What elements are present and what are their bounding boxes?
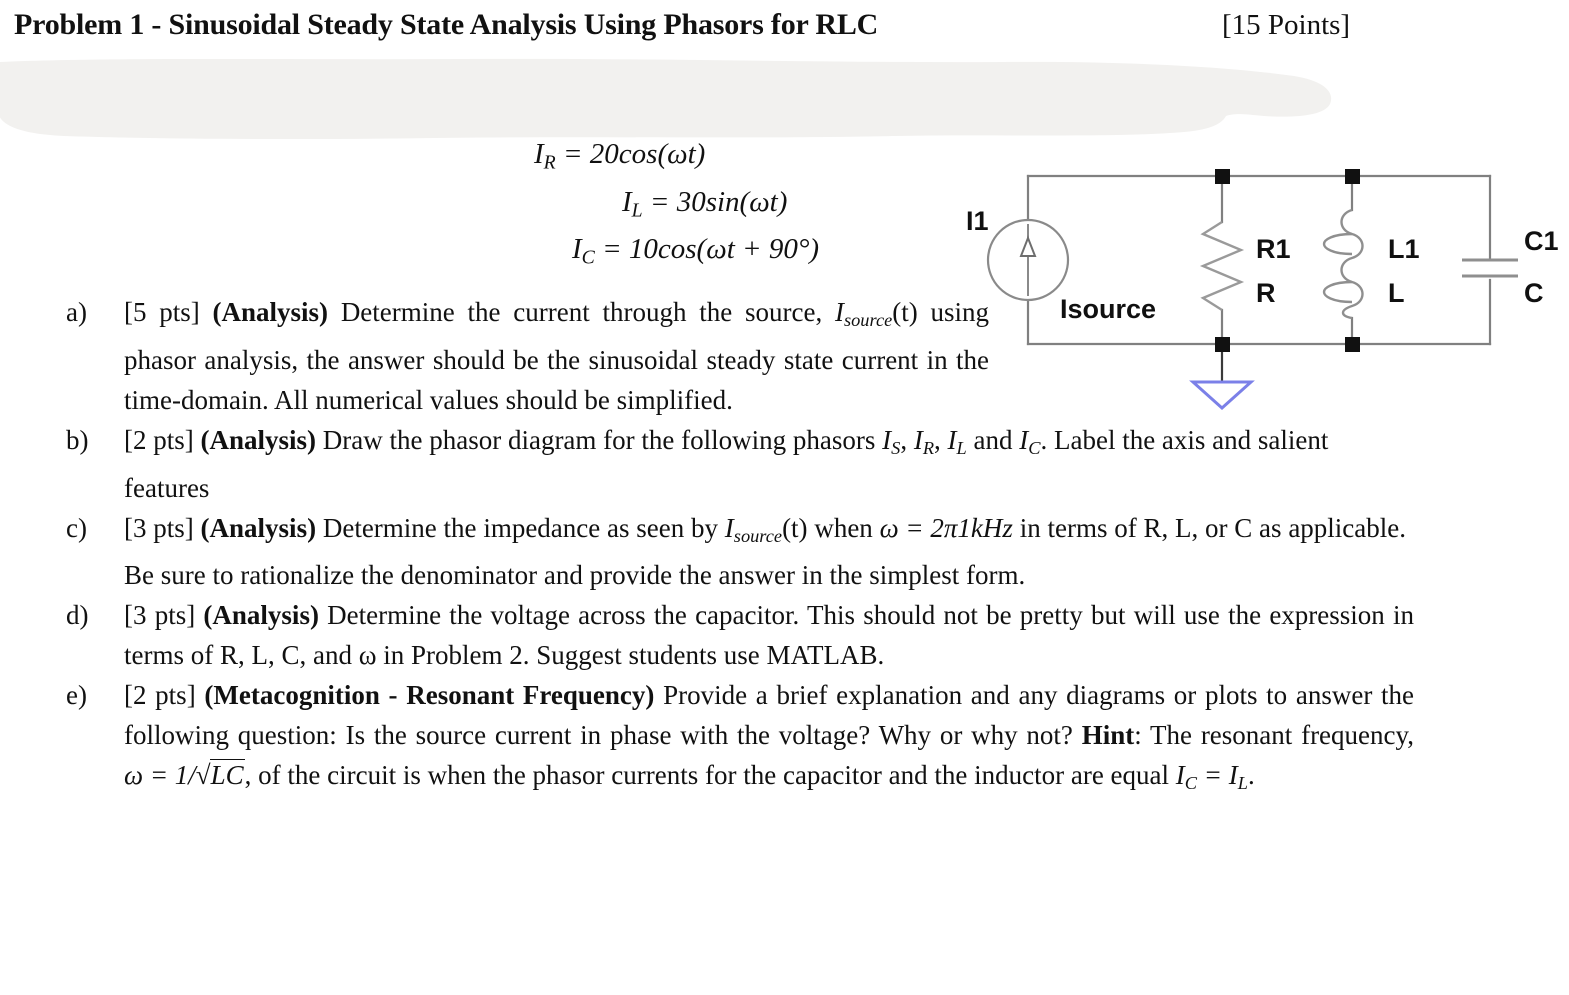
list-item-a: a) [5 pts] (Analysis) Determine the curr… bbox=[58, 292, 1406, 420]
item-c-formula: ω = 2π1kHz bbox=[879, 512, 1013, 543]
list-item-d-text: [3 pts] (Analysis) Determine the voltage… bbox=[124, 595, 1414, 675]
item-b-symbol-il-subscript: L bbox=[956, 437, 967, 458]
equation-il: IL = 30sin(ωt) bbox=[530, 183, 950, 231]
item-b-symbol-ic-base: I bbox=[1019, 424, 1029, 455]
equation-il-rhs: = 30sin(ωt) bbox=[649, 185, 788, 218]
equation-ic-symbol: I bbox=[572, 233, 582, 266]
points-label: [15 Points] bbox=[1222, 9, 1351, 41]
item-e-tag: (Metacognition - Resonant Frequency) bbox=[204, 680, 655, 711]
item-e-hint-label: Hint bbox=[1081, 720, 1135, 751]
list-item-c-text: [3 pts] (Analysis) Determine the impedan… bbox=[124, 508, 1406, 596]
item-a-points: [5 pts] bbox=[124, 297, 200, 327]
item-e-symbol-il: IL bbox=[1228, 760, 1248, 794]
circuit-label-r1: R1 bbox=[1256, 234, 1291, 264]
node-top-inductor bbox=[1345, 169, 1360, 184]
item-b-symbol-ir-subscript: R bbox=[922, 437, 935, 458]
list-item-e: e) [2 pts] (Metacognition - Resonant Fre… bbox=[58, 675, 1414, 803]
item-c-symbol-subscript: source bbox=[733, 525, 783, 546]
circuit-label-c: C bbox=[1524, 278, 1544, 308]
item-b-sep-2: , bbox=[934, 424, 948, 455]
item-b-points: [2 pts] bbox=[124, 424, 194, 455]
item-b-symbol-is-subscript: S bbox=[891, 437, 901, 458]
item-b-symbol-ir: IR bbox=[913, 424, 935, 458]
equation-ic: IC = 10cos(ωt + 90°) bbox=[530, 230, 950, 278]
node-top-resistor bbox=[1215, 169, 1230, 184]
list-marker-d: d) bbox=[66, 600, 89, 631]
item-e-body-3: , of the circuit is when the phasor curr… bbox=[244, 760, 1176, 791]
item-c-tag: (Analysis) bbox=[200, 512, 317, 543]
item-b-symbol-ic-subscript: C bbox=[1028, 437, 1041, 458]
item-c-body-1: Determine the impedance as seen by bbox=[322, 512, 725, 543]
item-c-body-2: (t) when bbox=[782, 512, 880, 543]
list-marker-c: c) bbox=[66, 512, 87, 543]
item-e-symbol-ic-base: I bbox=[1175, 760, 1185, 791]
list-marker-e: e) bbox=[66, 680, 87, 711]
circuit-label-l1: L1 bbox=[1388, 234, 1420, 264]
equation-ir-subscript: R bbox=[543, 151, 556, 174]
item-a-symbol-subscript: source bbox=[843, 309, 893, 330]
circuit-label-i1: I1 bbox=[966, 206, 989, 236]
item-e-symbol-ic: IC bbox=[1175, 760, 1198, 794]
item-a-symbol-base: I bbox=[834, 297, 844, 327]
item-e-symbol-ic-subscript: C bbox=[1184, 773, 1198, 794]
item-b-body-1: Draw the phasor diagram for the followin… bbox=[322, 424, 883, 455]
equation-il-subscript: L bbox=[631, 199, 643, 222]
list-marker-a: a) bbox=[66, 297, 87, 327]
equation-ir-rhs: = 20cos(ωt) bbox=[562, 138, 706, 170]
title-row: Problem 1 - Sinusoidal Steady State Anal… bbox=[0, 8, 1569, 56]
item-e-symbol-il-subscript: L bbox=[1237, 773, 1248, 794]
item-e-points: [2 pts] bbox=[124, 680, 196, 711]
list-item-d: d) [3 pts] (Analysis) Determine the volt… bbox=[58, 595, 1414, 675]
list-item-b-text: [2 pts] (Analysis) Draw the phasor diagr… bbox=[124, 420, 1406, 508]
list-item-a-text: [5 pts] (Analysis) Determine the current… bbox=[124, 292, 989, 420]
item-e-formula-prefix: ω = 1/√ bbox=[124, 760, 211, 791]
item-e-formula-radicand: LC bbox=[209, 759, 245, 791]
circuit-label-c1: C1 bbox=[1524, 226, 1559, 256]
page-title: Problem 1 - Sinusoidal Steady State Anal… bbox=[14, 8, 879, 41]
item-b-symbol-il: IL bbox=[947, 424, 967, 458]
item-c-points: [3 pts] bbox=[124, 512, 194, 543]
item-d-tag: (Analysis) bbox=[203, 600, 319, 631]
equation-ic-rhs: = 10cos(ωt + 90°) bbox=[602, 233, 820, 266]
equation-il-symbol: I bbox=[622, 185, 632, 218]
capacitor-symbol bbox=[1462, 258, 1518, 278]
item-c-symbol: Isource bbox=[724, 512, 783, 546]
item-b-symbol-il-base: I bbox=[947, 424, 957, 455]
problem-parts-list: a) [5 pts] (Analysis) Determine the curr… bbox=[58, 292, 1414, 803]
list-item-c: c) [3 pts] (Analysis) Determine the impe… bbox=[58, 508, 1406, 596]
item-c-symbol-base: I bbox=[724, 512, 734, 543]
item-e-resonance-formula: ω = 1/√LC bbox=[124, 759, 245, 791]
item-b-symbol-is-base: I bbox=[882, 424, 892, 455]
item-e-symbol-il-base: I bbox=[1228, 760, 1238, 791]
item-b-symbol-is: IS bbox=[882, 424, 901, 458]
item-a-symbol: Isource bbox=[834, 297, 893, 330]
item-e-equals: = bbox=[1197, 760, 1229, 791]
item-a-body-1: Determine the current through the source… bbox=[340, 297, 835, 327]
item-e-body-2: : The resonant frequency, bbox=[1134, 720, 1415, 751]
given-equations: IR = 20cos(ωt) IL = 30sin(ωt) IC = 10cos… bbox=[530, 135, 950, 278]
item-a-tag: (Analysis) bbox=[212, 297, 329, 327]
item-b-symbol-ir-base: I bbox=[913, 424, 923, 455]
equation-ir: IR = 20cos(ωt) bbox=[530, 135, 950, 183]
equation-ir-symbol: I bbox=[534, 138, 544, 170]
equation-ic-subscript: C bbox=[581, 246, 595, 269]
list-item-b: b) [2 pts] (Analysis) Draw the phasor di… bbox=[58, 420, 1406, 508]
item-d-points: [3 pts] bbox=[124, 600, 196, 631]
item-e-body-4: . bbox=[1247, 760, 1255, 791]
redaction-smear bbox=[0, 56, 1340, 140]
list-marker-b: b) bbox=[66, 424, 89, 455]
item-b-symbol-ic: IC bbox=[1019, 424, 1041, 458]
item-b-tag: (Analysis) bbox=[200, 424, 317, 455]
list-item-e-text: [2 pts] (Metacognition - Resonant Freque… bbox=[124, 675, 1414, 803]
item-b-sep-1: , bbox=[900, 424, 914, 455]
item-b-sep-3: and bbox=[966, 424, 1020, 455]
